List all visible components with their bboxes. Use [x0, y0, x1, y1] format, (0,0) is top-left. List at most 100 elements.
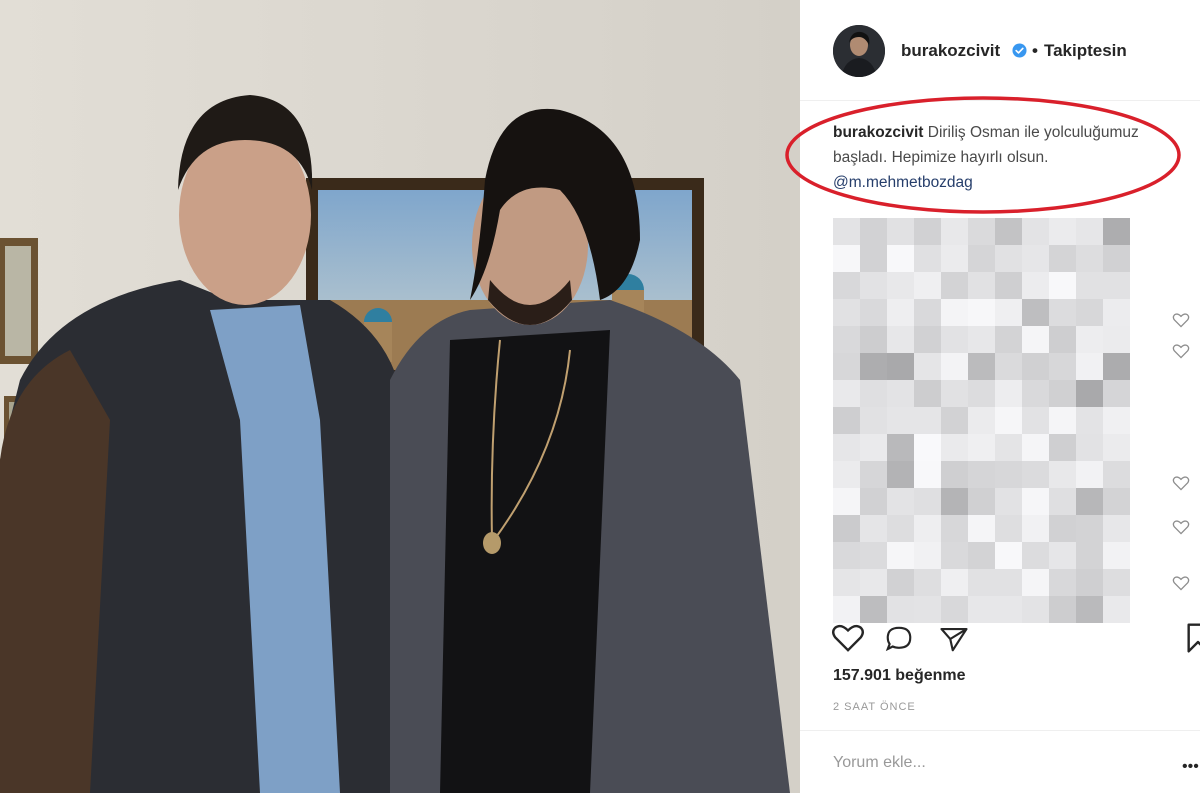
pixel-block — [995, 380, 1022, 407]
pixel-block — [860, 326, 887, 353]
pixel-block — [968, 299, 995, 326]
pixel-block — [914, 380, 941, 407]
comment-like-heart-icon[interactable] — [1172, 312, 1190, 328]
pixel-block — [941, 353, 968, 380]
follow-status[interactable]: • Takiptesin — [1032, 41, 1127, 61]
pixel-block — [1049, 434, 1076, 461]
pixel-block — [941, 218, 968, 245]
pixel-block — [1049, 407, 1076, 434]
comment-like-heart-icon[interactable] — [1172, 343, 1190, 359]
pixel-block — [833, 407, 860, 434]
pixel-block — [887, 461, 914, 488]
pixel-block — [833, 515, 860, 542]
pixel-block — [968, 380, 995, 407]
pixelated-comments — [833, 218, 1139, 623]
pixel-block — [887, 542, 914, 569]
pixel-block — [941, 569, 968, 596]
pixel-block — [914, 488, 941, 515]
pixel-block — [995, 461, 1022, 488]
pixel-block — [1103, 272, 1130, 299]
pixel-block — [941, 434, 968, 461]
pixel-block — [1022, 488, 1049, 515]
post-sidebar: burakozcivit • Takiptesin burakozcivit Di… — [800, 0, 1200, 793]
pixel-block — [941, 515, 968, 542]
pixel-block — [1103, 569, 1130, 596]
pixel-block — [995, 326, 1022, 353]
pixel-block — [1049, 353, 1076, 380]
pixel-block — [968, 245, 995, 272]
pixel-block — [887, 326, 914, 353]
pixel-block — [833, 380, 860, 407]
pixel-block — [1103, 461, 1130, 488]
pixel-block — [995, 569, 1022, 596]
heart-icon[interactable] — [831, 622, 865, 653]
avatar[interactable] — [833, 25, 885, 77]
pixel-block — [941, 326, 968, 353]
pixel-block — [941, 461, 968, 488]
pixel-block — [860, 380, 887, 407]
pixel-block — [833, 569, 860, 596]
pixel-block — [995, 218, 1022, 245]
bookmark-icon[interactable] — [1186, 622, 1200, 654]
pixel-block — [1049, 299, 1076, 326]
pixel-block — [1022, 245, 1049, 272]
pixel-block — [1076, 515, 1103, 542]
pixel-block — [995, 434, 1022, 461]
divider — [800, 730, 1200, 731]
comment-like-heart-icon[interactable] — [1172, 575, 1190, 591]
share-icon[interactable] — [938, 624, 970, 654]
caption-username[interactable]: burakozcivit — [833, 124, 923, 141]
comment-icon[interactable] — [884, 624, 914, 654]
pixel-block — [1049, 461, 1076, 488]
more-options-icon[interactable]: ••• — [1182, 758, 1199, 776]
pixel-block — [1076, 218, 1103, 245]
post-timestamp[interactable]: 2 SAAT ÖNCE — [833, 701, 916, 713]
pixel-block — [1022, 542, 1049, 569]
pixel-block — [995, 407, 1022, 434]
pixel-block — [1049, 488, 1076, 515]
pixel-block — [941, 272, 968, 299]
pixel-block — [968, 488, 995, 515]
pixel-block — [1022, 407, 1049, 434]
pixel-block — [887, 488, 914, 515]
pixel-block — [887, 299, 914, 326]
caption-mention-link[interactable]: @m.mehmetbozdag — [833, 174, 973, 191]
username-link[interactable]: burakozcivit — [901, 41, 1000, 61]
comment-like-heart-icon[interactable] — [1172, 475, 1190, 491]
pixel-block — [887, 272, 914, 299]
pixel-block — [941, 488, 968, 515]
pixel-block — [1076, 569, 1103, 596]
pixel-block — [1103, 407, 1130, 434]
pixel-block — [833, 542, 860, 569]
pixel-block — [1076, 353, 1103, 380]
post-header: burakozcivit • Takiptesin — [800, 0, 1200, 101]
pixel-block — [1076, 407, 1103, 434]
pixel-block — [1022, 218, 1049, 245]
pixel-block — [833, 488, 860, 515]
pixel-block — [968, 461, 995, 488]
likes-count[interactable]: 157.901 beğenme — [833, 667, 966, 685]
pixel-block — [1076, 542, 1103, 569]
pixel-block — [887, 407, 914, 434]
pixel-block — [914, 299, 941, 326]
pixel-block — [914, 272, 941, 299]
verified-badge-icon — [1012, 43, 1027, 58]
pixel-block — [995, 299, 1022, 326]
pixel-block — [1103, 326, 1130, 353]
pixel-block — [914, 245, 941, 272]
comment-like-heart-icon[interactable] — [1172, 519, 1190, 535]
pixel-block — [1022, 434, 1049, 461]
pixel-block — [995, 272, 1022, 299]
pixel-block — [860, 272, 887, 299]
pixel-block — [833, 461, 860, 488]
pixel-block — [995, 353, 1022, 380]
comment-input[interactable]: Yorum ekle... — [833, 754, 926, 772]
pixel-block — [860, 434, 887, 461]
pixel-block — [914, 218, 941, 245]
pixel-block — [860, 515, 887, 542]
pixel-block — [914, 434, 941, 461]
pixel-block — [968, 569, 995, 596]
pixel-block — [1049, 218, 1076, 245]
pixel-block — [860, 299, 887, 326]
pixel-block — [887, 218, 914, 245]
